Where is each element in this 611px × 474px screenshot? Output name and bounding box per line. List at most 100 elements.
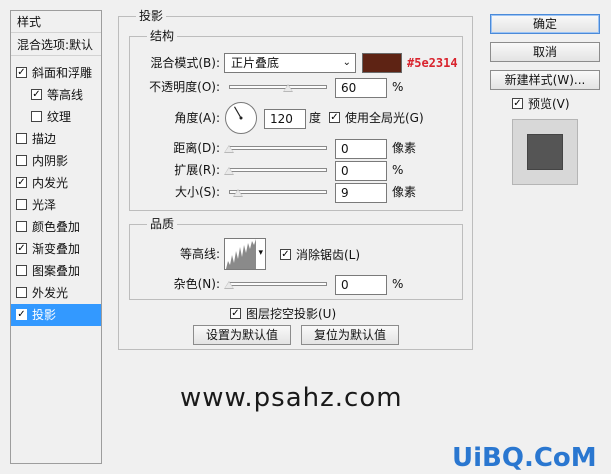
sidebar-item-inner-shadow[interactable]: 内阴影	[11, 150, 101, 172]
sidebar-item-label: 纹理	[47, 110, 72, 124]
blend-options-label: 混合选项:默认	[17, 38, 94, 52]
spread-unit: %	[392, 163, 404, 177]
sidebar-item-label: 图案叠加	[32, 264, 81, 278]
sidebar-item-contour[interactable]: ✓ 等高线	[11, 84, 101, 106]
global-light-label: 使用全局光(G)	[345, 111, 424, 125]
sidebar-item-bevel-emboss[interactable]: ✓ 斜面和浮雕	[11, 62, 101, 84]
pattern-overlay-checkbox[interactable]	[16, 265, 27, 276]
satin-checkbox[interactable]	[16, 199, 27, 210]
chevron-down-icon[interactable]: ▾	[258, 247, 263, 259]
make-default-button[interactable]: 设置为默认值	[193, 325, 291, 345]
watermark-text: www.psahz.com	[180, 383, 403, 413]
new-style-button[interactable]: 新建样式(W)...	[490, 70, 600, 90]
reset-default-button[interactable]: 复位为默认值	[301, 325, 399, 345]
stroke-checkbox[interactable]	[16, 133, 27, 144]
angle-dial[interactable]	[224, 101, 258, 135]
preview-label: 预览(V)	[528, 97, 570, 111]
sidebar-item-blend-options[interactable]: 混合选项:默认	[11, 34, 101, 56]
global-light-checkbox[interactable]: ✓	[329, 112, 340, 123]
sidebar-item-inner-glow[interactable]: ✓ 内发光	[11, 172, 101, 194]
spread-label: 扩展(R):	[174, 163, 220, 177]
anti-alias-label: 消除锯齿(L)	[296, 248, 361, 262]
drop-shadow-checkbox[interactable]: ✓	[16, 309, 27, 320]
sidebar-item-texture[interactable]: 纹理	[11, 106, 101, 128]
sidebar-item-pattern-overlay[interactable]: 图案叠加	[11, 260, 101, 282]
spread-input[interactable]: 0	[335, 161, 387, 181]
texture-checkbox[interactable]	[31, 111, 42, 122]
noise-label: 杂色(N):	[173, 277, 220, 291]
sidebar-item-outer-glow[interactable]: 外发光	[11, 282, 101, 304]
opacity-input[interactable]: 60	[335, 78, 387, 98]
sidebar-item-gradient-overlay[interactable]: ✓ 渐变叠加	[11, 238, 101, 260]
structure-title: 结构	[147, 29, 178, 43]
knockout-label: 图层挖空投影(U)	[246, 307, 337, 321]
sidebar-item-label: 斜面和浮雕	[32, 66, 93, 80]
sidebar-item-label: 描边	[32, 132, 57, 146]
sidebar-item-label: 等高线	[47, 88, 84, 102]
knockout-option[interactable]: ✓ 图层挖空投影(U)	[230, 305, 336, 323]
preview-box	[512, 119, 578, 185]
sidebar-item-label: 光泽	[32, 198, 57, 212]
noise-slider-track[interactable]	[229, 282, 327, 286]
opacity-unit: %	[392, 80, 404, 94]
anti-alias-checkbox[interactable]: ✓	[280, 249, 291, 260]
chevron-down-icon: ⌄	[342, 57, 351, 68]
contour-checkbox[interactable]: ✓	[31, 89, 42, 100]
angle-label: 角度(A):	[174, 111, 220, 125]
opacity-slider-track[interactable]	[229, 85, 327, 89]
drop-shadow-title: 投影	[136, 9, 167, 23]
knockout-checkbox[interactable]: ✓	[230, 308, 241, 319]
bevel-emboss-checkbox[interactable]: ✓	[16, 67, 27, 78]
shadow-color-swatch[interactable]	[362, 53, 402, 73]
distance-slider-track[interactable]	[229, 146, 327, 150]
anti-alias-option[interactable]: ✓ 消除锯齿(L)	[280, 246, 360, 264]
preview-checkbox[interactable]: ✓	[512, 98, 523, 109]
size-input[interactable]: 9	[335, 183, 387, 203]
spread-slider-track[interactable]	[229, 168, 327, 172]
quality-title: 品质	[147, 217, 178, 231]
distance-input[interactable]: 0	[335, 139, 387, 159]
sidebar-item-label: 外发光	[32, 286, 69, 300]
preview-thumbnail	[527, 134, 563, 170]
sidebar-item-satin[interactable]: 光泽	[11, 194, 101, 216]
sidebar-item-drop-shadow[interactable]: ✓ 投影	[11, 304, 101, 326]
inner-glow-checkbox[interactable]: ✓	[16, 177, 27, 188]
spread-slider-thumb[interactable]	[224, 167, 234, 175]
noise-input[interactable]: 0	[335, 275, 387, 295]
sidebar-item-label: 投影	[32, 308, 57, 322]
sidebar-item-label: 颜色叠加	[32, 220, 81, 234]
preview-option[interactable]: ✓ 预览(V)	[512, 95, 570, 113]
opacity-label: 不透明度(O):	[149, 80, 220, 94]
sidebar-item-stroke[interactable]: 描边	[11, 128, 101, 150]
size-label: 大小(S):	[174, 185, 220, 199]
distance-slider-thumb[interactable]	[224, 145, 234, 153]
noise-slider-thumb[interactable]	[224, 281, 234, 289]
sidebar-item-label: 内发光	[32, 176, 69, 190]
styles-header[interactable]: 样式	[11, 11, 101, 33]
contour-label: 等高线:	[179, 247, 220, 261]
outer-glow-checkbox[interactable]	[16, 287, 27, 298]
size-slider-track[interactable]	[229, 190, 327, 194]
watermark-logo: UiBQ.CoM	[452, 443, 597, 473]
ok-button[interactable]: 确定	[490, 14, 600, 34]
color-overlay-checkbox[interactable]	[16, 221, 27, 232]
blend-mode-select[interactable]: 正片叠底 ⌄	[224, 53, 356, 73]
distance-label: 距离(D):	[173, 141, 220, 155]
color-annotation: #5e2314	[407, 56, 458, 70]
inner-shadow-checkbox[interactable]	[16, 155, 27, 166]
sidebar-item-label: 内阴影	[32, 154, 69, 168]
contour-preview-icon	[226, 239, 256, 269]
blend-mode-value: 正片叠底	[231, 56, 280, 70]
styles-list: 样式 混合选项:默认 ✓ 斜面和浮雕 ✓ 等高线 纹理 描边 内阴影 ✓ 内发光 光泽…	[10, 10, 102, 464]
noise-unit: %	[392, 277, 404, 291]
size-slider-thumb[interactable]	[233, 189, 243, 197]
global-light-option[interactable]: ✓ 使用全局光(G)	[329, 109, 424, 127]
gradient-overlay-checkbox[interactable]: ✓	[16, 243, 27, 254]
opacity-slider-thumb[interactable]	[282, 84, 293, 92]
cancel-button[interactable]: 取消	[490, 42, 600, 62]
sidebar-item-color-overlay[interactable]: 颜色叠加	[11, 216, 101, 238]
size-unit: 像素	[392, 185, 417, 199]
contour-picker[interactable]: ▾	[224, 238, 266, 270]
styles-header-label: 样式	[17, 15, 42, 29]
angle-input[interactable]: 120	[264, 109, 306, 129]
